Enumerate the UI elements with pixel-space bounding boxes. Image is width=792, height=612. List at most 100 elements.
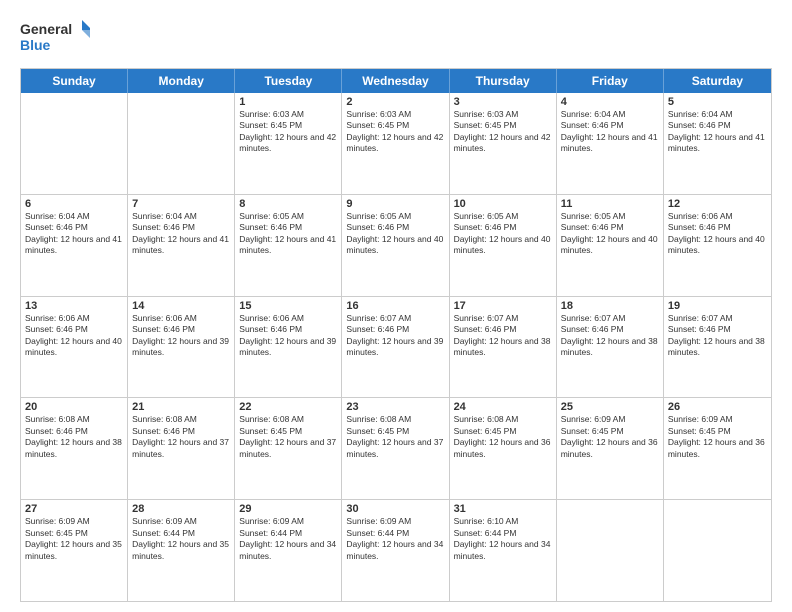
day-18: 18Sunrise: 6:07 AMSunset: 6:46 PMDayligh… xyxy=(557,297,664,398)
header-wednesday: Wednesday xyxy=(342,69,449,93)
calendar-header: SundayMondayTuesdayWednesdayThursdayFrid… xyxy=(21,69,771,93)
week-row-1: 1Sunrise: 6:03 AMSunset: 6:45 PMDaylight… xyxy=(21,93,771,194)
day-4: 4Sunrise: 6:04 AMSunset: 6:46 PMDaylight… xyxy=(557,93,664,194)
day-9: 9Sunrise: 6:05 AMSunset: 6:46 PMDaylight… xyxy=(342,195,449,296)
header-sunday: Sunday xyxy=(21,69,128,93)
day-number: 31 xyxy=(454,503,552,515)
day-29: 29Sunrise: 6:09 AMSunset: 6:44 PMDayligh… xyxy=(235,500,342,601)
day-number: 5 xyxy=(668,96,767,108)
day-17: 17Sunrise: 6:07 AMSunset: 6:46 PMDayligh… xyxy=(450,297,557,398)
day-number: 12 xyxy=(668,198,767,210)
week-row-4: 20Sunrise: 6:08 AMSunset: 6:46 PMDayligh… xyxy=(21,397,771,499)
day-info: Sunrise: 6:10 AMSunset: 6:44 PMDaylight:… xyxy=(454,516,552,562)
empty-cell-0-0 xyxy=(21,93,128,194)
day-info: Sunrise: 6:05 AMSunset: 6:46 PMDaylight:… xyxy=(561,211,659,257)
page: General Blue SundayMondayTuesdayWednesda… xyxy=(0,0,792,612)
day-number: 17 xyxy=(454,300,552,312)
day-8: 8Sunrise: 6:05 AMSunset: 6:46 PMDaylight… xyxy=(235,195,342,296)
day-number: 13 xyxy=(25,300,123,312)
day-number: 1 xyxy=(239,96,337,108)
day-number: 10 xyxy=(454,198,552,210)
day-info: Sunrise: 6:09 AMSunset: 6:44 PMDaylight:… xyxy=(239,516,337,562)
day-31: 31Sunrise: 6:10 AMSunset: 6:44 PMDayligh… xyxy=(450,500,557,601)
day-19: 19Sunrise: 6:07 AMSunset: 6:46 PMDayligh… xyxy=(664,297,771,398)
day-number: 16 xyxy=(346,300,444,312)
day-number: 30 xyxy=(346,503,444,515)
day-23: 23Sunrise: 6:08 AMSunset: 6:45 PMDayligh… xyxy=(342,398,449,499)
day-10: 10Sunrise: 6:05 AMSunset: 6:46 PMDayligh… xyxy=(450,195,557,296)
day-info: Sunrise: 6:07 AMSunset: 6:46 PMDaylight:… xyxy=(668,313,767,359)
day-number: 20 xyxy=(25,401,123,413)
header-friday: Friday xyxy=(557,69,664,93)
day-12: 12Sunrise: 6:06 AMSunset: 6:46 PMDayligh… xyxy=(664,195,771,296)
day-info: Sunrise: 6:08 AMSunset: 6:46 PMDaylight:… xyxy=(25,414,123,460)
week-row-3: 13Sunrise: 6:06 AMSunset: 6:46 PMDayligh… xyxy=(21,296,771,398)
day-5: 5Sunrise: 6:04 AMSunset: 6:46 PMDaylight… xyxy=(664,93,771,194)
day-info: Sunrise: 6:06 AMSunset: 6:46 PMDaylight:… xyxy=(132,313,230,359)
day-number: 24 xyxy=(454,401,552,413)
day-number: 21 xyxy=(132,401,230,413)
day-info: Sunrise: 6:08 AMSunset: 6:45 PMDaylight:… xyxy=(346,414,444,460)
day-info: Sunrise: 6:09 AMSunset: 6:44 PMDaylight:… xyxy=(132,516,230,562)
day-info: Sunrise: 6:05 AMSunset: 6:46 PMDaylight:… xyxy=(239,211,337,257)
logo-svg: General Blue xyxy=(20,18,90,58)
day-number: 26 xyxy=(668,401,767,413)
svg-text:Blue: Blue xyxy=(20,37,51,53)
day-1: 1Sunrise: 6:03 AMSunset: 6:45 PMDaylight… xyxy=(235,93,342,194)
day-number: 22 xyxy=(239,401,337,413)
header-monday: Monday xyxy=(128,69,235,93)
day-number: 18 xyxy=(561,300,659,312)
day-28: 28Sunrise: 6:09 AMSunset: 6:44 PMDayligh… xyxy=(128,500,235,601)
day-info: Sunrise: 6:06 AMSunset: 6:46 PMDaylight:… xyxy=(668,211,767,257)
day-info: Sunrise: 6:07 AMSunset: 6:46 PMDaylight:… xyxy=(454,313,552,359)
header-thursday: Thursday xyxy=(450,69,557,93)
day-number: 3 xyxy=(454,96,552,108)
day-number: 15 xyxy=(239,300,337,312)
day-info: Sunrise: 6:04 AMSunset: 6:46 PMDaylight:… xyxy=(668,109,767,155)
day-info: Sunrise: 6:05 AMSunset: 6:46 PMDaylight:… xyxy=(346,211,444,257)
calendar: SundayMondayTuesdayWednesdayThursdayFrid… xyxy=(20,68,772,602)
day-13: 13Sunrise: 6:06 AMSunset: 6:46 PMDayligh… xyxy=(21,297,128,398)
day-info: Sunrise: 6:09 AMSunset: 6:44 PMDaylight:… xyxy=(346,516,444,562)
header-saturday: Saturday xyxy=(664,69,771,93)
day-11: 11Sunrise: 6:05 AMSunset: 6:46 PMDayligh… xyxy=(557,195,664,296)
day-number: 19 xyxy=(668,300,767,312)
day-30: 30Sunrise: 6:09 AMSunset: 6:44 PMDayligh… xyxy=(342,500,449,601)
day-info: Sunrise: 6:08 AMSunset: 6:45 PMDaylight:… xyxy=(239,414,337,460)
day-info: Sunrise: 6:03 AMSunset: 6:45 PMDaylight:… xyxy=(454,109,552,155)
header-tuesday: Tuesday xyxy=(235,69,342,93)
day-number: 9 xyxy=(346,198,444,210)
day-27: 27Sunrise: 6:09 AMSunset: 6:45 PMDayligh… xyxy=(21,500,128,601)
day-20: 20Sunrise: 6:08 AMSunset: 6:46 PMDayligh… xyxy=(21,398,128,499)
day-15: 15Sunrise: 6:06 AMSunset: 6:46 PMDayligh… xyxy=(235,297,342,398)
day-14: 14Sunrise: 6:06 AMSunset: 6:46 PMDayligh… xyxy=(128,297,235,398)
day-info: Sunrise: 6:09 AMSunset: 6:45 PMDaylight:… xyxy=(561,414,659,460)
day-number: 4 xyxy=(561,96,659,108)
day-info: Sunrise: 6:06 AMSunset: 6:46 PMDaylight:… xyxy=(25,313,123,359)
day-info: Sunrise: 6:04 AMSunset: 6:46 PMDaylight:… xyxy=(132,211,230,257)
logo: General Blue xyxy=(20,18,90,58)
empty-cell-4-6 xyxy=(664,500,771,601)
header: General Blue xyxy=(20,18,772,58)
week-row-5: 27Sunrise: 6:09 AMSunset: 6:45 PMDayligh… xyxy=(21,499,771,601)
day-number: 29 xyxy=(239,503,337,515)
calendar-body: 1Sunrise: 6:03 AMSunset: 6:45 PMDaylight… xyxy=(21,93,771,601)
day-25: 25Sunrise: 6:09 AMSunset: 6:45 PMDayligh… xyxy=(557,398,664,499)
day-info: Sunrise: 6:04 AMSunset: 6:46 PMDaylight:… xyxy=(25,211,123,257)
day-info: Sunrise: 6:06 AMSunset: 6:46 PMDaylight:… xyxy=(239,313,337,359)
day-info: Sunrise: 6:05 AMSunset: 6:46 PMDaylight:… xyxy=(454,211,552,257)
day-number: 8 xyxy=(239,198,337,210)
day-number: 23 xyxy=(346,401,444,413)
day-info: Sunrise: 6:04 AMSunset: 6:46 PMDaylight:… xyxy=(561,109,659,155)
day-info: Sunrise: 6:03 AMSunset: 6:45 PMDaylight:… xyxy=(346,109,444,155)
day-3: 3Sunrise: 6:03 AMSunset: 6:45 PMDaylight… xyxy=(450,93,557,194)
day-info: Sunrise: 6:08 AMSunset: 6:45 PMDaylight:… xyxy=(454,414,552,460)
day-number: 11 xyxy=(561,198,659,210)
day-info: Sunrise: 6:03 AMSunset: 6:45 PMDaylight:… xyxy=(239,109,337,155)
day-number: 28 xyxy=(132,503,230,515)
day-number: 14 xyxy=(132,300,230,312)
day-6: 6Sunrise: 6:04 AMSunset: 6:46 PMDaylight… xyxy=(21,195,128,296)
day-26: 26Sunrise: 6:09 AMSunset: 6:45 PMDayligh… xyxy=(664,398,771,499)
day-info: Sunrise: 6:07 AMSunset: 6:46 PMDaylight:… xyxy=(346,313,444,359)
day-24: 24Sunrise: 6:08 AMSunset: 6:45 PMDayligh… xyxy=(450,398,557,499)
